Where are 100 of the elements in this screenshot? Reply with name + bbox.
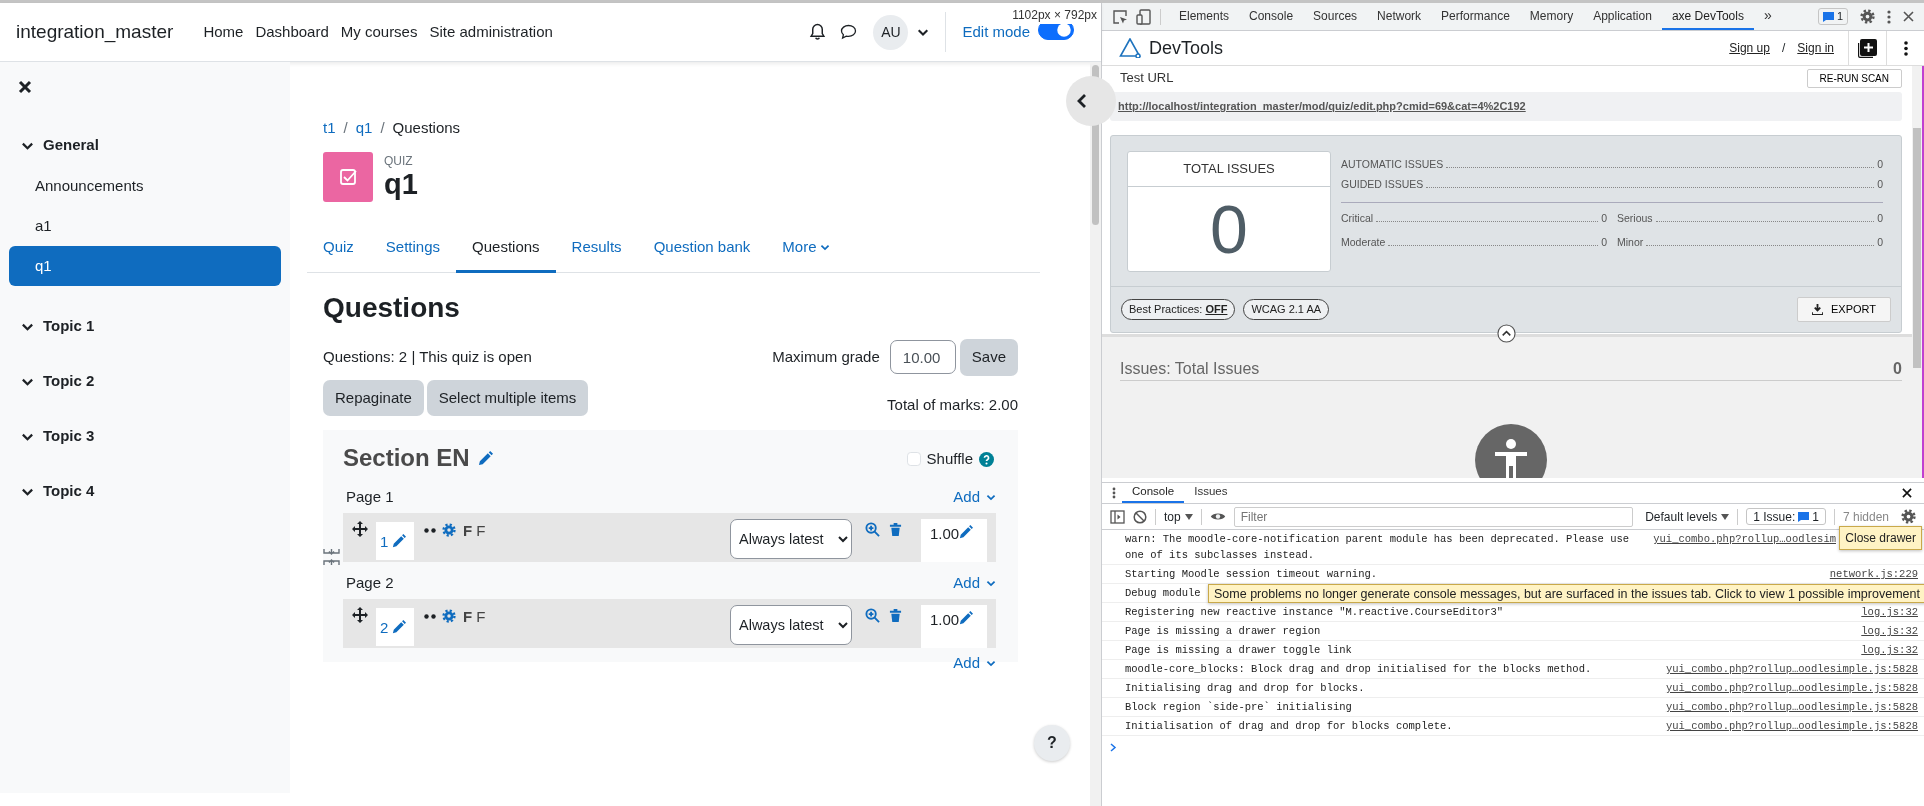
drawer-tab[interactable]: Issues [1184,483,1238,503]
devtools-tab[interactable]: Memory [1519,3,1584,30]
nav-link[interactable]: Dashboard [249,20,335,44]
gear-icon[interactable] [442,523,456,537]
nav-tab[interactable]: Question bank [637,221,767,273]
settings-icon[interactable] [1901,509,1916,524]
course-section[interactable]: General [9,130,281,160]
source-link[interactable]: log.js:32 [1861,623,1918,639]
gear-icon[interactable] [442,609,456,623]
sign-in-link[interactable]: Sign in [1797,39,1834,57]
source-link[interactable]: yui_combo.php?rollup…oodlesim [1653,531,1836,563]
move-icon[interactable] [352,521,368,537]
maximum-grade-field[interactable]: 10.00 [889,340,956,375]
move-icon[interactable] [352,607,368,623]
severity-count: 0 [1877,235,1883,250]
devtools-tab[interactable]: Network [1367,3,1432,30]
devtools-tab[interactable]: Performance [1431,3,1520,30]
course-section[interactable]: Topic 2 [9,366,281,396]
preview-icon[interactable] [865,522,880,537]
export-button[interactable]: EXPORT [1796,297,1891,322]
close-icon[interactable] [1902,488,1912,498]
delete-icon[interactable] [889,608,902,623]
clear-icon[interactable] [1133,509,1147,524]
slot-number[interactable]: 1 [380,531,389,554]
help-icon[interactable] [979,451,994,467]
scrollbar-thumb[interactable] [1913,128,1921,368]
devtools-tab[interactable]: axe DevTools [1661,3,1754,30]
slot-number[interactable]: 2 [380,617,389,640]
source-link[interactable]: yui_combo.php?rollup…oodlesimple.js:5828 [1665,661,1918,677]
source-link[interactable]: yui_combo.php?rollup…oodlesimple.js:5828 [1665,718,1918,734]
breadcrumb-link[interactable]: q1 [355,117,373,140]
edit-icon[interactable] [392,534,407,548]
course-section[interactable]: Topic 4 [9,476,281,506]
prompt-icon[interactable] [1110,742,1117,752]
nav-tab[interactable]: More [766,221,846,273]
breadcrumb-link[interactable]: t1 [323,117,336,140]
repaginate-icon[interactable] [323,548,340,566]
eye-icon[interactable] [1209,511,1226,522]
more-tabs-button[interactable]: » [1753,3,1782,30]
nav-link[interactable]: Site administration [423,20,559,44]
inspect-icon[interactable] [1112,8,1128,25]
drawer-tab[interactable]: Console [1122,483,1185,503]
delete-icon[interactable] [889,522,902,537]
chat-icon[interactable] [840,24,858,40]
edit-icon[interactable] [959,525,974,539]
action-button[interactable]: Repaginate [323,379,424,416]
preview-icon[interactable] [865,608,880,623]
more-icon[interactable] [1887,9,1891,24]
source-link[interactable]: network.js:229 [1829,566,1918,582]
nav-link[interactable]: Home [197,20,250,44]
log-levels-select[interactable]: Default levels [1645,507,1730,526]
sign-up-link[interactable]: Sign up [1729,39,1770,57]
course-index-item[interactable]: q1 [9,246,281,286]
devtools-tab[interactable]: Sources [1303,3,1368,30]
nav-tab[interactable]: Settings [369,221,457,273]
filter-field[interactable]: Filter [1233,506,1634,527]
help-button[interactable]: ? [1034,725,1070,761]
nav-tab[interactable]: Questions [456,221,556,273]
nav-link[interactable]: My courses [334,20,424,44]
save-button[interactable]: Save [959,339,1018,376]
nav-tab[interactable]: Results [555,221,638,273]
course-index-item[interactable]: Announcements [9,166,281,206]
edit-icon[interactable] [392,620,407,634]
close-icon[interactable] [18,80,32,94]
devtools-tab[interactable]: Elements [1169,3,1240,30]
sidebar-icon[interactable] [1110,509,1125,524]
course-section[interactable]: Topic 3 [9,421,281,451]
more-icon[interactable] [1112,487,1116,499]
devtools-tab[interactable]: Application [1583,3,1662,30]
add-menu[interactable]: Add [953,485,996,509]
course-section[interactable]: Topic 1 [9,311,281,341]
source-link[interactable]: log.js:32 [1861,642,1918,658]
user-avatar[interactable]: AU [873,14,909,50]
source-link[interactable]: yui_combo.php?rollup…oodlesimple.js:5828 [1665,680,1918,696]
add-menu[interactable]: Add [953,571,996,595]
nav-tab[interactable]: Quiz [307,221,370,273]
issues-badge[interactable]: 1 [1817,8,1848,25]
site-name[interactable]: integration_master [16,17,174,47]
source-link[interactable]: log.js:32 [1861,604,1918,620]
source-link[interactable]: yui_combo.php?rollup…oodlesimple.js:5828 [1665,699,1918,715]
version-select[interactable]: Always latest [730,519,852,559]
standard-tag[interactable]: WCAG 2.1 AA [1243,299,1330,320]
rerun-scan-button[interactable]: RE-RUN SCAN [1806,68,1902,88]
context-select[interactable]: top [1164,507,1193,526]
course-index-item[interactable]: a1 [9,206,281,246]
best-practices-toggle[interactable]: Best Practices: OFF [1121,299,1236,320]
issues-button[interactable]: 1 Issue: 1 [1746,508,1826,525]
edit-icon[interactable] [477,450,493,466]
shuffle-checkbox[interactable] [906,452,921,467]
close-icon[interactable] [1903,11,1914,22]
drawer-toggle-button[interactable] [1066,76,1116,126]
devtools-tab[interactable]: Console [1239,3,1304,30]
version-select[interactable]: Always latest [730,605,852,645]
add-menu[interactable]: Add [953,652,996,675]
bell-icon[interactable] [809,23,827,41]
action-button[interactable]: Select multiple items [426,379,589,416]
device-icon[interactable] [1136,8,1152,25]
settings-icon[interactable] [1860,9,1875,24]
collapse-icon[interactable] [1496,323,1516,343]
edit-icon[interactable] [959,611,974,625]
